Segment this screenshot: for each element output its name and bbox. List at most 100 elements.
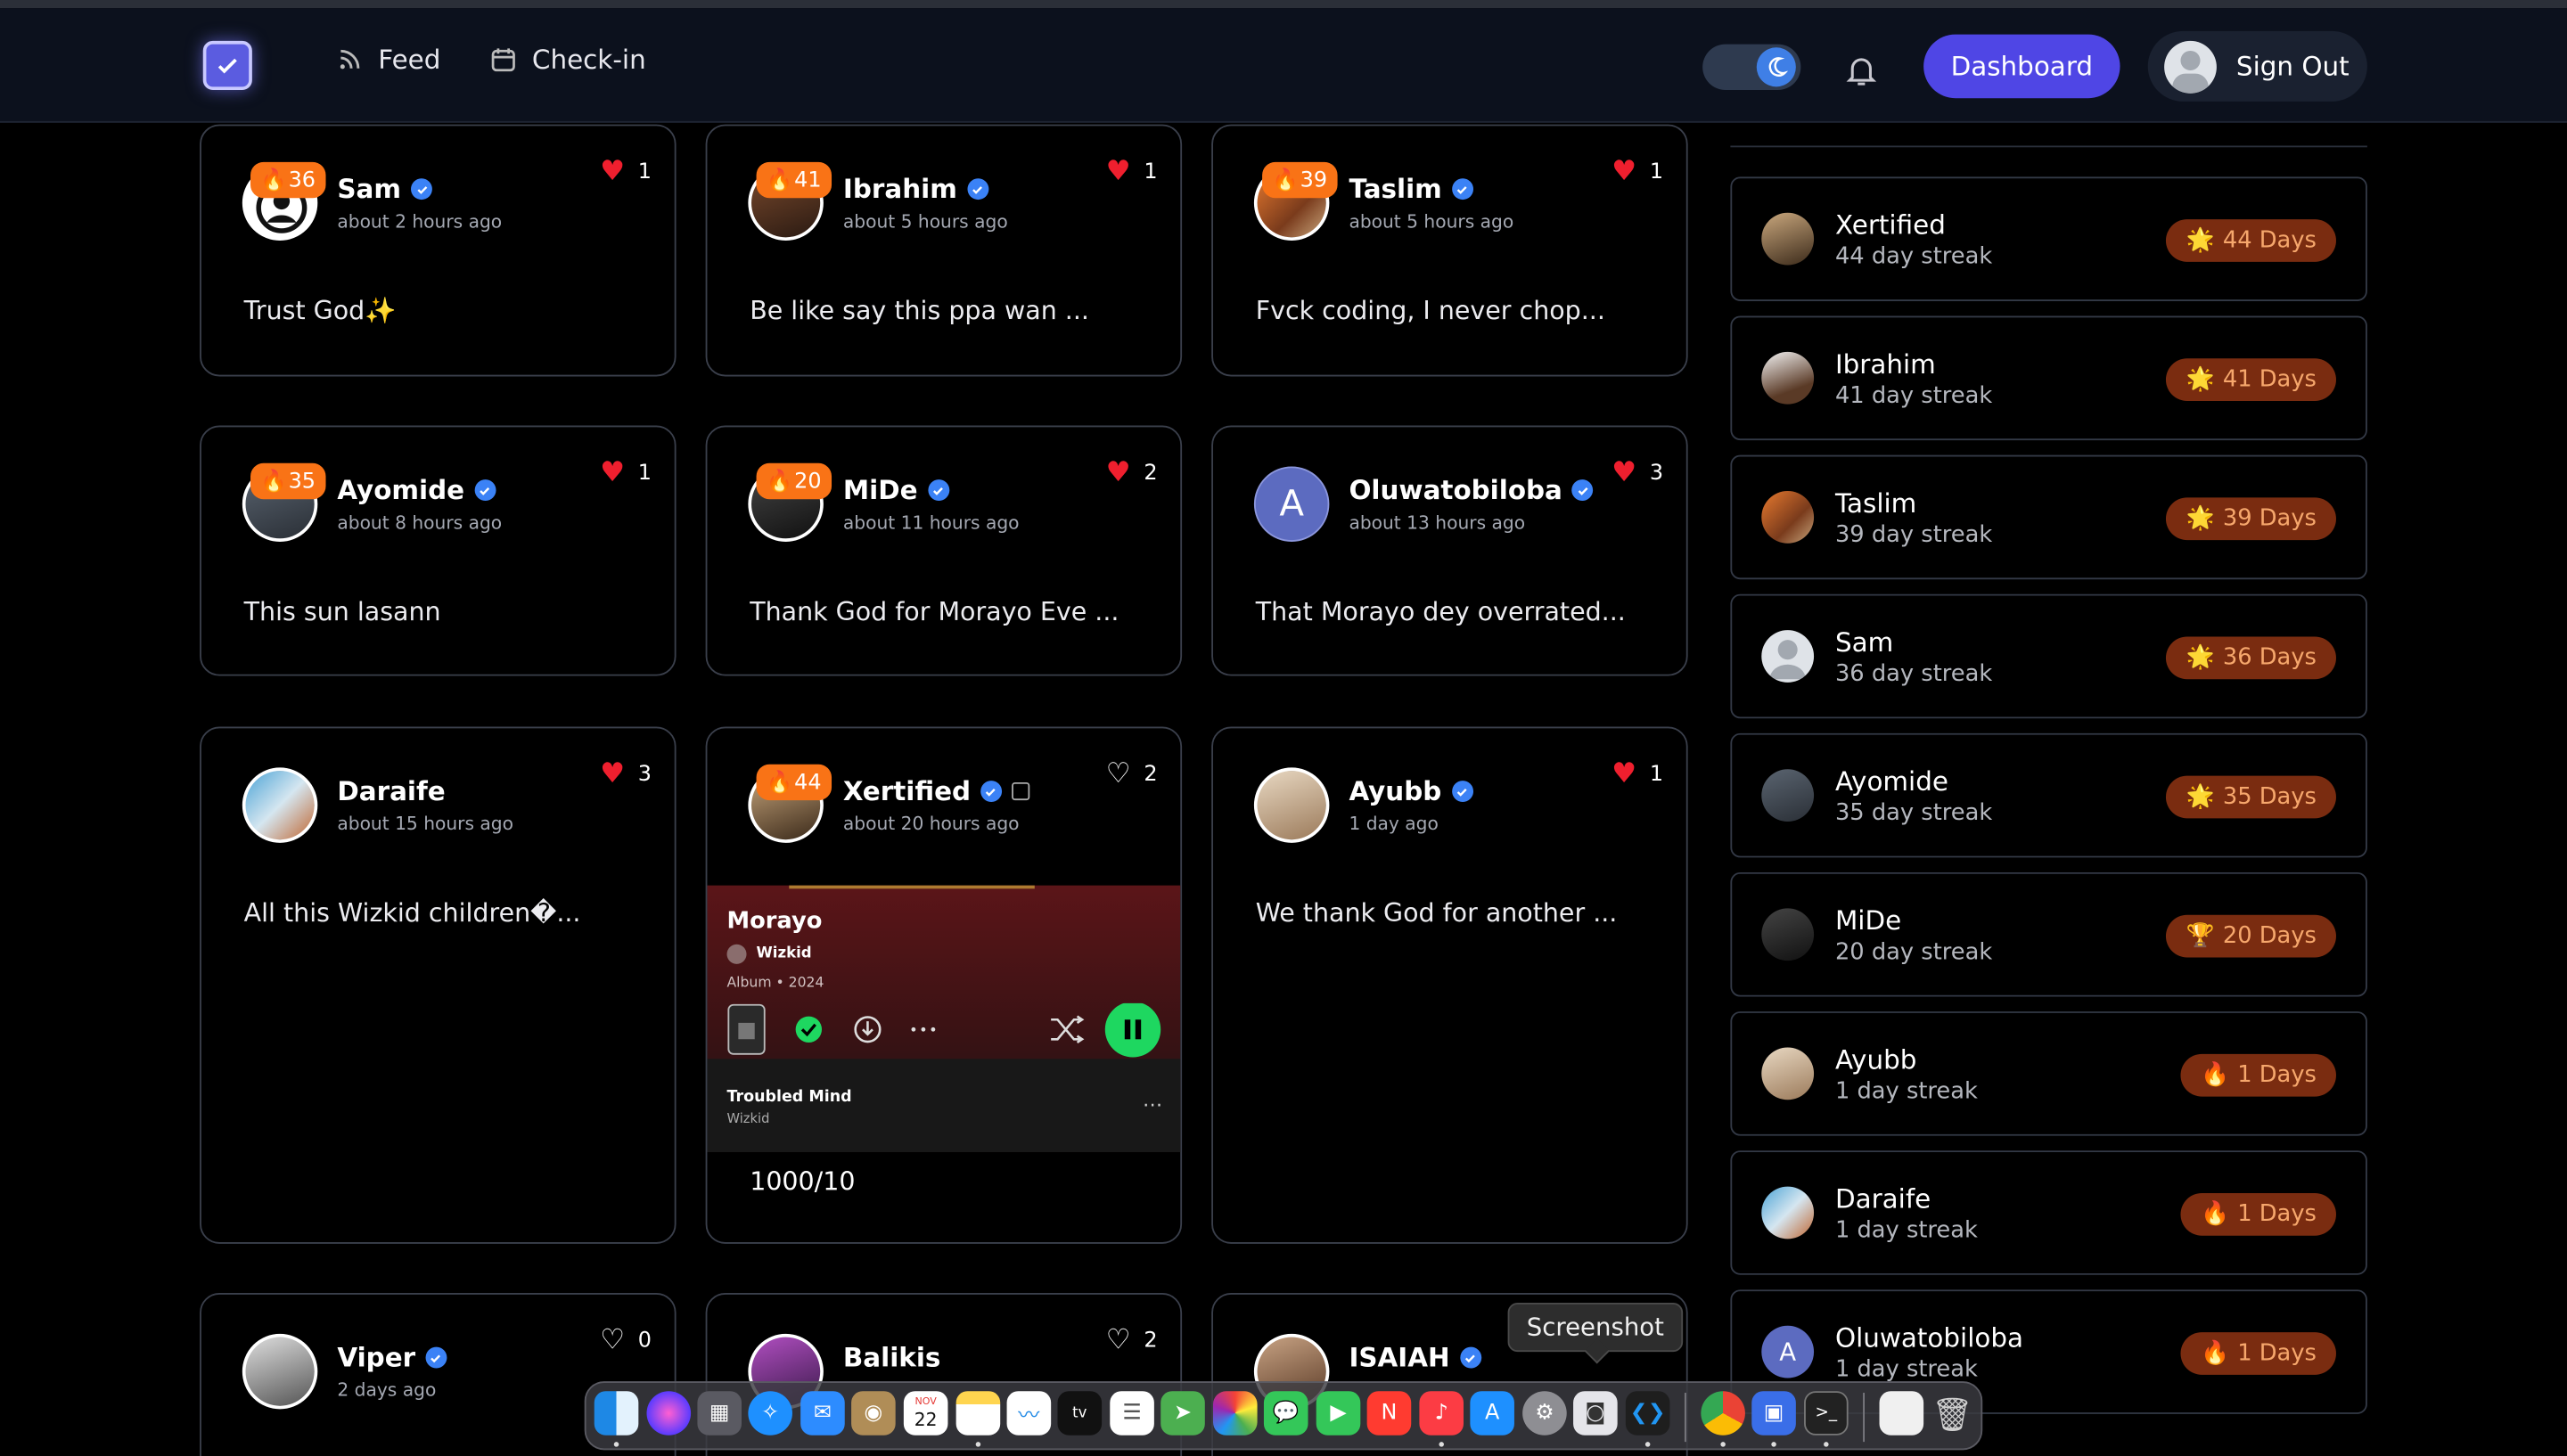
nav-checkin-link[interactable]: Check-in <box>489 45 646 75</box>
screenshot-icon[interactable]: ◙ <box>1573 1391 1618 1436</box>
leaderboard-name: Ibrahim <box>1834 348 1936 380</box>
app-logo-checkbox-icon[interactable] <box>202 40 252 91</box>
track-more-icon[interactable]: ⋯ <box>1143 1093 1162 1117</box>
like-button[interactable]: ♥ 1 <box>600 155 652 188</box>
leaderboard-item[interactable]: Taslim 39 day streak 🌟 39 Days <box>1730 454 2367 580</box>
notes-icon[interactable] <box>955 1391 1001 1436</box>
streak-days-badge: 🌟 41 Days <box>2166 358 2336 401</box>
document-icon[interactable] <box>1879 1391 1924 1436</box>
streak-badge: 🔥 20 <box>756 462 832 500</box>
post-author[interactable]: Taslim <box>1349 174 1473 205</box>
leaderboard-item[interactable]: Daraife 1 day streak 🔥 1 Days <box>1730 1150 2367 1275</box>
calendar-app-icon[interactable]: NOV 22 <box>903 1391 948 1436</box>
photos-icon[interactable] <box>1212 1391 1258 1436</box>
post-card[interactable]: 🔥 35 Ayomide about 8 hours ago ♥ 1 This su… <box>200 425 677 676</box>
leaderboard-item[interactable]: Xertified 44 day streak 🌟 44 Days <box>1730 176 2367 301</box>
music-icon[interactable]: ♪ <box>1419 1391 1464 1436</box>
post-card[interactable]: 🔥 36 Sam about 2 hours ago ♥ 1 Trust God✨ <box>200 124 677 377</box>
avatar <box>1761 212 1815 266</box>
post-author[interactable]: Viper <box>337 1342 447 1373</box>
chrome-icon[interactable] <box>1701 1391 1745 1436</box>
track-title[interactable]: Troubled Mind <box>726 1088 851 1106</box>
avatar[interactable] <box>242 1333 318 1410</box>
like-button[interactable]: ♥ 3 <box>1612 456 1663 489</box>
like-button[interactable]: ♡ 2 <box>1106 757 1158 790</box>
trash-icon[interactable]: 🗑 <box>1930 1391 1974 1436</box>
mail-icon[interactable]: ✉ <box>800 1391 845 1436</box>
app-store-icon[interactable]: A <box>1470 1391 1514 1436</box>
avatar[interactable] <box>1253 767 1330 843</box>
saved-check-icon[interactable] <box>795 1016 823 1043</box>
like-button[interactable]: ♡ 2 <box>1106 1324 1158 1357</box>
siri-icon[interactable] <box>646 1391 692 1436</box>
post-card[interactable]: A Oluwatobiloba about 13 hours ago ♥ 3 Th… <box>1211 425 1688 676</box>
freeform-icon[interactable]: 〰 <box>1006 1391 1052 1436</box>
post-author[interactable]: Sam <box>337 174 432 205</box>
post-author[interactable]: Oluwatobiloba <box>1349 475 1594 506</box>
leaderboard-item[interactable]: Sam 36 day streak 🌟 36 Days <box>1730 593 2367 719</box>
like-button[interactable]: ♥ 1 <box>1106 155 1158 188</box>
post-card[interactable]: 🔥 44 Xertified about 20 hours ago ♡ 2 Mora… <box>705 726 1183 1244</box>
leaderboard-item[interactable]: Ayubb 1 day streak 🔥 1 Days <box>1730 1011 2367 1136</box>
post-author[interactable]: ISAIAH <box>1349 1342 1481 1373</box>
post-author[interactable]: Ayomide <box>337 475 496 506</box>
nav-feed-link[interactable]: Feed <box>336 45 440 75</box>
post-author[interactable]: Ayubb <box>1349 776 1473 806</box>
apple-tv-icon[interactable]: tv <box>1057 1391 1103 1436</box>
post-card[interactable]: 🔥 41 Ibrahim about 5 hours ago ♥ 1 Be like… <box>705 124 1183 377</box>
heart-filled-icon: ♥ <box>600 155 626 189</box>
like-button[interactable]: ♥ 1 <box>1612 155 1663 188</box>
music-player-embed[interactable]: Morayo Wizkid Album • 2024 Troubled Mind… <box>707 885 1181 1153</box>
like-button[interactable]: ♥ 1 <box>600 456 652 489</box>
like-button[interactable]: ♡ 0 <box>600 1324 652 1357</box>
news-icon[interactable]: N <box>1366 1391 1412 1436</box>
like-button[interactable]: ♥ 3 <box>600 757 652 790</box>
finder-icon[interactable] <box>594 1391 639 1436</box>
sign-out-button[interactable]: Sign Out <box>2147 30 2367 102</box>
messages-icon[interactable]: 💬 <box>1263 1391 1308 1436</box>
vscode-icon[interactable]: ❮❯ <box>1625 1391 1670 1436</box>
like-button[interactable]: ♥ 1 <box>1612 757 1663 790</box>
reminders-icon[interactable]: ☰ <box>1110 1391 1154 1436</box>
launchpad-icon[interactable]: ▦ <box>697 1391 742 1436</box>
leaderboard-item[interactable]: MiDe 20 day streak 🏆 20 Days <box>1730 871 2367 997</box>
leaderboard-item[interactable]: Ibrahim 41 day streak 🌟 41 Days <box>1730 315 2367 441</box>
like-button[interactable]: ♥ 2 <box>1106 456 1158 489</box>
post-author[interactable]: Daraife <box>337 776 445 807</box>
album-meta: Album • 2024 <box>726 975 824 993</box>
leaderboard-name: Sam <box>1834 626 1894 658</box>
maps-icon[interactable]: ➤ <box>1160 1391 1205 1436</box>
post-card[interactable]: 🔥 20 MiDe about 11 hours ago ♥ 2 Thank God… <box>705 425 1183 676</box>
album-art-thumb-icon[interactable] <box>727 1003 766 1055</box>
post-author[interactable]: Balikis <box>843 1342 940 1373</box>
post-author[interactable]: Ibrahim <box>843 174 988 205</box>
theme-toggle[interactable] <box>1702 44 1801 91</box>
contacts-icon[interactable]: ◉ <box>851 1391 896 1436</box>
post-card[interactable]: Ayubb 1 day ago ♥ 1 We thank God for anot… <box>1211 726 1688 1244</box>
heart-filled-icon: ♥ <box>1612 757 1637 791</box>
more-options-icon[interactable] <box>911 1027 936 1032</box>
shuffle-icon[interactable] <box>1051 1015 1085 1044</box>
preview-window-icon[interactable]: ▣ <box>1751 1391 1796 1436</box>
track-artist[interactable]: Wizkid <box>726 1111 769 1126</box>
running-indicator <box>613 1442 619 1447</box>
safari-icon[interactable]: ✧ <box>748 1391 792 1436</box>
post-author[interactable]: Xertified <box>843 776 1030 806</box>
post-card[interactable]: Daraife about 15 hours ago ♥ 3 All this W… <box>200 726 677 1244</box>
avatar[interactable] <box>242 767 318 843</box>
leaderboard-streak: 41 day streak <box>1834 382 1993 410</box>
post-card[interactable]: 🔥 39 Taslim about 5 hours ago ♥ 1 Fvck cod… <box>1211 124 1688 377</box>
album-artist[interactable]: Wizkid <box>726 944 812 964</box>
avatar[interactable]: A <box>1253 466 1330 542</box>
terminal-icon[interactable]: >_ <box>1804 1391 1849 1436</box>
download-icon[interactable] <box>854 1016 882 1043</box>
leaderboard-item[interactable]: Ayomide 35 day streak 🌟 35 Days <box>1730 732 2367 858</box>
dashboard-button[interactable]: Dashboard <box>1923 34 2120 99</box>
bell-icon[interactable] <box>1843 53 1879 88</box>
album-title[interactable]: Morayo <box>726 908 822 934</box>
post-author[interactable]: MiDe <box>843 475 949 506</box>
pause-button-icon[interactable] <box>1104 1002 1161 1058</box>
star-icon: 🌟 <box>2186 783 2215 811</box>
facetime-icon[interactable]: ▶ <box>1316 1391 1361 1436</box>
system-settings-icon[interactable]: ⚙ <box>1522 1391 1567 1436</box>
